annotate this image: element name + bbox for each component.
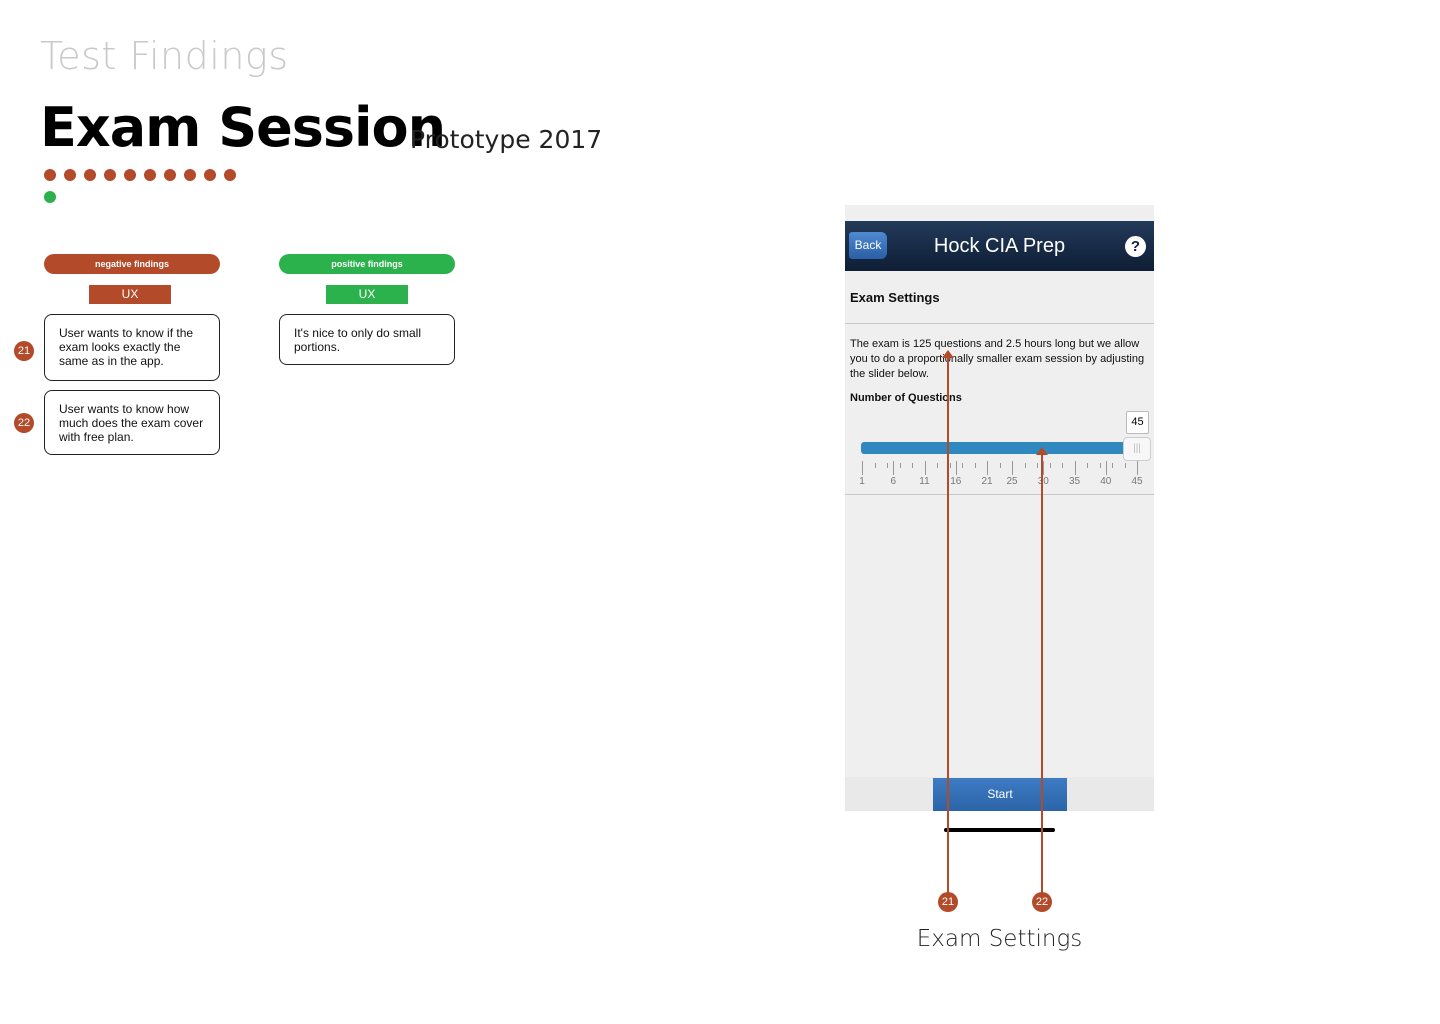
slider-value: 45 [1126, 411, 1149, 434]
callout-badge: 22 [1032, 892, 1052, 912]
progress-dot [224, 169, 236, 181]
progress-dot [144, 169, 156, 181]
finding-card: It's nice to only do small portions. [279, 314, 455, 365]
slider-major-tick [1043, 461, 1045, 475]
positive-category-tag: UX [326, 285, 408, 304]
home-indicator [944, 828, 1055, 832]
slider-major-tick [1105, 461, 1107, 475]
start-button[interactable]: Start [933, 778, 1067, 811]
slider-tick-label: 21 [981, 476, 993, 487]
slider-thumb[interactable]: ||| [1123, 437, 1151, 461]
negative-category-tag: UX [89, 285, 171, 304]
progress-dot-current [44, 191, 56, 203]
arrowhead-icon [1036, 447, 1048, 455]
page-title: Exam Session [40, 96, 446, 159]
finding-card: User wants to know if the exam looks exa… [44, 314, 220, 381]
slider-tick [949, 463, 951, 468]
page-supertitle: Test Findings [40, 34, 289, 78]
exam-description: The exam is 125 questions and 2.5 hours … [850, 338, 1145, 380]
negative-findings-pill: negative findings [44, 254, 220, 274]
slider-tick [1062, 463, 1063, 468]
slider-tick-label: 6 [890, 476, 897, 487]
slider-tick-label: 45 [1131, 476, 1143, 487]
slider-tick [1024, 463, 1026, 468]
slider-tick [899, 463, 901, 468]
finding-badge: 21 [14, 341, 34, 361]
slider-major-tick [862, 461, 863, 475]
arrowhead-icon [942, 350, 954, 358]
progress-dot [64, 169, 76, 181]
slider-tick-label: 40 [1100, 476, 1112, 487]
slider-tick [999, 463, 1001, 468]
section-title: Exam Settings [850, 290, 940, 305]
finding-card: User wants to know how much does the exa… [44, 390, 220, 455]
callout-line [947, 354, 949, 895]
slider-tick [962, 463, 963, 468]
progress-dot [164, 169, 176, 181]
slider-tick [1037, 463, 1038, 468]
slider-label: Number of Questions [850, 392, 962, 404]
slider-tick-label: 11 [919, 476, 930, 487]
slider-tick [1087, 463, 1088, 468]
slider-major-tick [1137, 461, 1138, 475]
callout-badge: 21 [938, 892, 958, 912]
divider [845, 494, 1154, 495]
slider-tick-label: 1 [859, 476, 865, 487]
progress-dot [104, 169, 116, 181]
slider-tick [937, 463, 938, 468]
positive-findings-pill: positive findings [279, 254, 455, 274]
callout-line [1041, 452, 1043, 895]
slider-tick [887, 463, 888, 468]
questions-slider-track[interactable] [861, 442, 1131, 454]
page-subtitle: Prototype 2017 [410, 125, 603, 154]
slider-tick-label: 25 [1006, 476, 1018, 487]
progress-dot [124, 169, 136, 181]
question-circle-icon[interactable]: ? [1125, 236, 1146, 257]
slider-tick-label: 30 [1037, 476, 1049, 487]
slider-tick [874, 463, 876, 468]
screen-caption: Exam Settings [916, 926, 1083, 952]
slider-tick-label: 35 [1068, 476, 1081, 487]
slider-major-tick [987, 461, 988, 475]
slider-tick [1049, 463, 1051, 468]
progress-dot [204, 169, 216, 181]
slider-major-tick [955, 461, 957, 475]
finding-badge: 22 [14, 413, 34, 433]
slider-major-tick [924, 461, 926, 475]
slider-tick [1099, 463, 1101, 468]
progress-dot [84, 169, 96, 181]
slider-tick [1124, 463, 1126, 468]
divider [845, 323, 1154, 324]
slider-major-tick [1012, 461, 1013, 475]
slider-major-tick [893, 461, 895, 475]
progress-dot [184, 169, 196, 181]
slider-tick [974, 463, 976, 468]
slider-major-tick [1074, 461, 1076, 475]
slider-tick [912, 463, 913, 468]
slider-tick [1112, 463, 1113, 468]
app-title: Hock CIA Prep [933, 235, 1066, 257]
progress-dot [44, 169, 56, 181]
